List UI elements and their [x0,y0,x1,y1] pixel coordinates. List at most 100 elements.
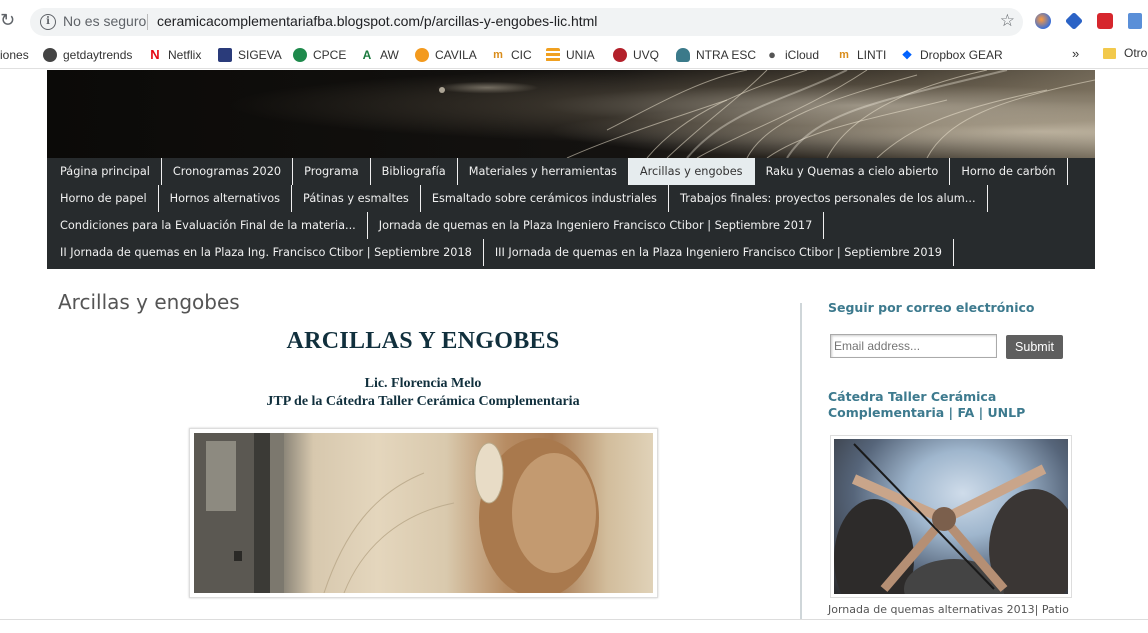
bookmark-star-icon[interactable]: ☆ [1000,11,1015,31]
bookmark-item[interactable]: A AW [360,46,399,64]
bookmark-item[interactable]: getdaytrends [43,46,132,64]
nav-tab-cronogramas-2020[interactable]: Cronogramas 2020 [161,158,294,185]
cic-icon: m [491,48,505,62]
nav-tab-raku-y-quemas[interactable]: Raku y Quemas a cielo abierto [754,158,951,185]
nav-tab-bibliografia[interactable]: Bibliografía [370,158,458,185]
sidebar: Seguir por correo electrónico Submit Cát… [828,300,1078,616]
address-separator [147,14,148,30]
nav-tab-pagina-principal[interactable]: Página principal [49,158,162,185]
uvq-icon [613,48,627,62]
bookmarks-overflow-button[interactable]: » [1072,46,1079,61]
bookmark-label: NTRA ESC [696,48,757,62]
bookmark-label: UNIA [566,48,595,62]
bookmark-item[interactable]: ● iCloud [765,46,819,64]
post-image[interactable] [189,428,658,598]
header-texture [439,70,1095,158]
linti-icon: m [837,48,851,62]
nav-tab-horno-de-carbon[interactable]: Horno de carbón [950,158,1068,185]
reload-icon[interactable]: ↻ [0,12,15,30]
bookmark-item[interactable]: NTRA ESC [676,46,756,64]
bookmark-label: getdaytrends [63,48,133,62]
bookmarks-bar: iones getdaytrends N Netflix SIGEVA CPCE… [0,42,1148,69]
bookmark-label: Dropbox GEAR [920,48,1003,62]
bookmark-label: SIGEVA [238,48,282,62]
nav-row: Página principal Cronogramas 2020 Progra… [49,158,1068,185]
sigeva-icon [218,48,232,62]
blog-header-image[interactable] [47,70,1095,158]
nav-tab-hornos-alternativos[interactable]: Hornos alternativos [158,185,293,212]
bookmark-label: Otro [1124,46,1148,60]
nav-tab-patinas-y-esmaltes[interactable]: Pátinas y esmaltes [292,185,421,212]
dropbox-icon: ❖ [900,48,914,62]
group-photo [834,439,1068,594]
nav-tab-jornada-2017[interactable]: Jornada de quemas en la Plaza Ingeniero … [367,212,825,239]
apple-icon: ● [765,48,779,62]
bookmark-item[interactable]: SIGEVA [218,46,282,64]
post-author: Lic. Florencia Melo [364,376,482,391]
getdaytrends-icon [43,48,57,62]
sidebar-photo[interactable] [830,435,1072,598]
page-title: Arcillas y engobes [58,290,240,314]
folder-icon [1103,47,1116,59]
status-strip [0,619,1148,633]
bookmark-label: UVQ [633,48,660,62]
nav-tab-condiciones-evaluacion[interactable]: Condiciones para la Evaluación Final de … [49,212,368,239]
other-bookmarks-folder[interactable]: Otro [1103,46,1147,60]
extension-icon[interactable] [1035,13,1051,29]
nav-tab-esmaltado-sobre-ceramicos[interactable]: Esmaltado sobre cerámicos industriales [420,185,669,212]
nav-tab-programa[interactable]: Programa [293,158,371,185]
post-author-role: JTP de la Cátedra Taller Cerámica Comple… [266,394,580,409]
nav-tab-horno-de-papel[interactable]: Horno de papel [49,185,159,212]
nav-tab-materiales-y-herramientas[interactable]: Materiales y herramientas [457,158,629,185]
column-divider [800,303,802,623]
studio-photo-detail [194,433,599,593]
ntra-esc-icon [676,48,690,62]
cavila-icon [415,48,429,62]
bookmark-item[interactable]: ❖ Dropbox GEAR [900,46,1003,64]
bookmark-item[interactable]: N Netflix [148,46,201,64]
bookmark-label: AW [380,48,399,62]
bookmark-label: CIC [511,48,532,62]
aw-icon: A [360,48,374,62]
group-photo-detail [834,443,1068,594]
netflix-icon: N [148,48,162,62]
nav-tab-jornada-2019[interactable]: III Jornada de quemas en la Plaza Ingeni… [483,239,954,266]
nav-row: Horno de papel Hornos alternativos Pátin… [49,185,988,212]
extension-red-icon[interactable] [1097,13,1113,29]
studio-photo [194,433,653,593]
bookmark-item[interactable]: UNIA [546,46,595,64]
cpce-icon [293,48,307,62]
follow-by-email-title: Seguir por correo electrónico [828,300,1035,315]
bookmark-item[interactable]: CAVILA [415,46,477,64]
nav-row: II Jornada de quemas en la Plaza Ing. Fr… [49,239,954,266]
nav-row: Condiciones para la Evaluación Final de … [49,212,825,239]
address-bar[interactable]: i No es seguro ceramicacomplementariafba… [30,8,1023,36]
bookmark-item[interactable]: m LINTI [837,46,886,64]
bookmark-label: Netflix [168,48,202,62]
unia-icon [546,48,560,62]
bookmark-item[interactable]: CPCE [293,46,346,64]
bookmark-label: iones [0,48,29,62]
extension-graduation-icon[interactable] [1064,11,1084,31]
extension-pen-icon[interactable] [1128,13,1142,29]
info-icon[interactable]: i [40,14,56,30]
bookmark-label: CPCE [313,48,347,62]
bookmark-item[interactable]: iones [0,46,29,64]
page-content: Página principal Cronogramas 2020 Progra… [0,70,1148,623]
bookmark-item[interactable]: m CIC [491,46,532,64]
security-label[interactable]: No es seguro [63,13,146,29]
bookmark-label: CAVILA [435,48,477,62]
catedra-title: Cátedra Taller Cerámica Complementaria |… [828,389,1026,420]
browser-toolbar: ↻ i No es seguro ceramicacomplementariaf… [0,0,1148,42]
submit-button[interactable]: Submit [1006,335,1063,359]
bookmark-item[interactable]: UVQ [613,46,659,64]
nav-tab-trabajos-finales[interactable]: Trabajos finales: proyectos personales d… [668,185,988,212]
photo-caption: Jornada de quemas alternativas 2013| Pat… [828,603,1069,616]
post-heading: ARCILLAS Y ENGOBES [286,328,560,354]
url-text[interactable]: ceramicacomplementariafba.blogspot.com/p… [157,13,597,29]
bookmark-label: LINTI [857,48,887,62]
nav-tab-jornada-2018[interactable]: II Jornada de quemas en la Plaza Ing. Fr… [49,239,484,266]
main-navigation: Página principal Cronogramas 2020 Progra… [47,158,1095,269]
nav-tab-arcillas-y-engobes[interactable]: Arcillas y engobes [628,158,755,185]
email-input[interactable] [830,334,997,358]
